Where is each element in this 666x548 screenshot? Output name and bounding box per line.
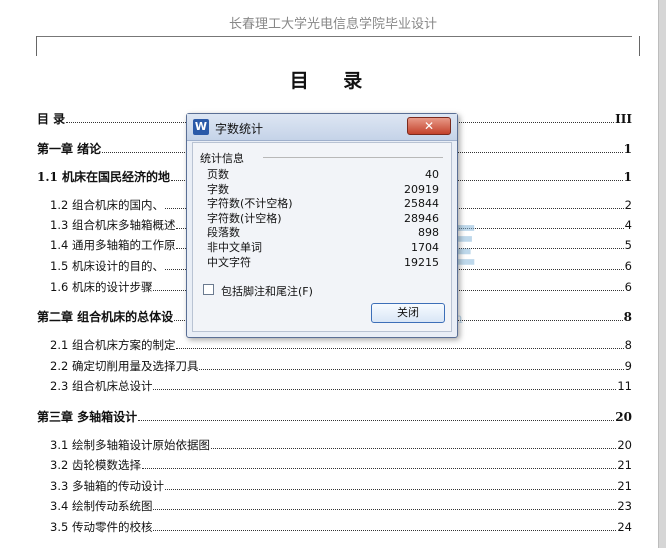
toc-row[interactable]: 2.1 组合机床方案的制定 8 [50, 337, 632, 355]
toc-row[interactable]: 2.3 组合机床总设计 11 [50, 378, 632, 396]
stat-label: 字符数(不计空格) [207, 197, 293, 211]
toc-entry-label: 目 录 [37, 112, 66, 126]
toc-page-number: 24 [617, 520, 632, 534]
toc-page-number: 20 [615, 410, 632, 424]
toc-page-number: 9 [624, 359, 632, 373]
toc-entry-label: 1.4 通用多轴箱的工作原 [50, 238, 176, 252]
vertical-scrollbar[interactable] [658, 0, 666, 548]
header-corner-right [631, 36, 640, 56]
toc-page-number: 8 [623, 310, 632, 324]
toc-leader-dots [210, 438, 617, 449]
dialog-title: 字数统计 [215, 122, 264, 136]
toc-page-number: 11 [617, 379, 632, 393]
close-button[interactable]: ✕ [407, 117, 451, 135]
toc-row[interactable]: 3.3 多轴箱的传动设计 21 [50, 478, 632, 496]
include-footnotes-checkbox[interactable] [203, 284, 214, 295]
toc-entry-label: 3.2 齿轮模数选择 [50, 458, 141, 472]
word-count-dialog: W 字数统计 ✕ 统计信息 页数 40 字数 20919 字符数(不计空格) 25844 字… [186, 113, 458, 338]
toc-leader-dots [199, 359, 624, 370]
stat-row: 页数 40 [207, 168, 439, 182]
stat-row: 字数 20919 [207, 183, 439, 197]
toc-entry-label: 2.1 组合机床方案的制定 [50, 338, 176, 352]
page-header-text: 长春理工大学光电信息学院毕业设计 [228, 17, 437, 32]
stat-row: 字符数(不计空格) 25844 [207, 197, 439, 211]
toc-entry-label: 3.4 绘制传动系统图 [50, 499, 153, 513]
include-footnotes-label[interactable]: 包括脚注和尾注(F) [221, 283, 313, 299]
toc-page-number: 21 [617, 458, 632, 472]
stat-value: 28946 [404, 211, 439, 225]
toc-page-number: 2 [624, 198, 632, 212]
toc-page-number: 1 [623, 170, 632, 184]
stat-label: 段落数 [207, 226, 240, 240]
toc-entry-label: 第三章 多轴箱设计 [37, 410, 138, 424]
header-rule [36, 36, 632, 37]
stat-row: 段落数 898 [207, 226, 439, 240]
stat-label: 中文字符 [207, 255, 251, 269]
wps-app-icon: W [193, 119, 209, 135]
header-corner-left [36, 36, 45, 56]
toc-leader-dots [153, 379, 617, 390]
dialog-body: 统计信息 页数 40 字数 20919 字符数(不计空格) 25844 字符数(计空格) 28… [192, 142, 452, 332]
toc-row[interactable]: 3.5 传动零件的校核 24 [50, 519, 632, 537]
toc-page-number: 20 [617, 438, 632, 452]
toc-page-number: III [615, 112, 632, 126]
toc-row[interactable]: 2.2 确定切削用量及选择刀具 9 [50, 358, 632, 376]
toc-entry-label: 第一章 绪论 [37, 142, 102, 156]
toc-leader-dots [164, 479, 617, 490]
toc-leader-dots [138, 410, 615, 421]
toc-page-number: 4 [624, 218, 632, 232]
toc-entry-label: 3.3 多轴箱的传动设计 [50, 479, 164, 493]
toc-page-number: 6 [624, 280, 632, 294]
toc-entry-label: 第二章 组合机床的总体设 [37, 310, 174, 324]
toc-entry-label: 2.2 确定切削用量及选择刀具 [50, 359, 199, 373]
toc-leader-dots [176, 338, 624, 349]
toc-row[interactable]: 3.4 绘制传动系统图 23 [50, 498, 632, 516]
stat-label: 页数 [207, 168, 229, 181]
dialog-titlebar[interactable]: W 字数统计 ✕ [187, 114, 457, 141]
toc-row[interactable]: 3.1 绘制多轴箱设计原始依据图 20 [50, 437, 632, 455]
toc-row[interactable]: 第三章 多轴箱设计 20 [37, 408, 632, 426]
stats-group-label: 统计信息 [200, 150, 248, 166]
toc-entry-label: 3.5 传动零件的校核 [50, 520, 153, 534]
toc-leader-dots [153, 499, 617, 510]
toc-entry-label: 1.1 机床在国民经济的地 [37, 170, 171, 184]
toc-entry-label: 1.6 机床的设计步骤 [50, 280, 153, 294]
toc-leader-dots [153, 520, 617, 531]
toc-page-number: 8 [624, 338, 632, 352]
stat-label: 字符数(计空格) [207, 211, 282, 225]
toc-entry-label: 1.5 机床设计的目的、 [50, 259, 164, 273]
stat-value: 19215 [404, 255, 439, 269]
stat-label: 字数 [207, 182, 229, 196]
stat-row: 中文字符 19215 [207, 256, 439, 270]
toc-entry-label: 1.3 组合机床多轴箱概述 [50, 218, 176, 232]
toc-entry-label: 1.2 组合机床的国内、 [50, 198, 164, 212]
stat-value: 25844 [404, 197, 439, 211]
toc-page-number: 6 [624, 259, 632, 273]
toc-page-number: 21 [617, 479, 632, 493]
stat-value: 20919 [404, 182, 439, 196]
toc-row[interactable]: 3.2 齿轮模数选择 21 [50, 457, 632, 475]
toc-page-number: 5 [624, 238, 632, 252]
toc-entry-label: 3.1 绘制多轴箱设计原始依据图 [50, 438, 210, 452]
toc-entry-label: 2.3 组合机床总设计 [50, 379, 153, 393]
toc-leader-dots [141, 458, 617, 469]
stat-row: 字符数(计空格) 28946 [207, 212, 439, 226]
toc-page-number: 1 [623, 142, 632, 156]
close-dialog-button[interactable]: 关闭 [371, 303, 445, 323]
stat-value: 40 [425, 168, 439, 181]
toc-page-number: 23 [617, 499, 632, 513]
stat-value: 898 [418, 226, 439, 240]
document-title: 目 录 [289, 70, 377, 92]
stat-value: 1704 [411, 241, 439, 254]
stat-label: 非中文单词 [207, 241, 262, 254]
group-divider [263, 157, 443, 158]
stat-row: 非中文单词 1704 [207, 241, 439, 255]
